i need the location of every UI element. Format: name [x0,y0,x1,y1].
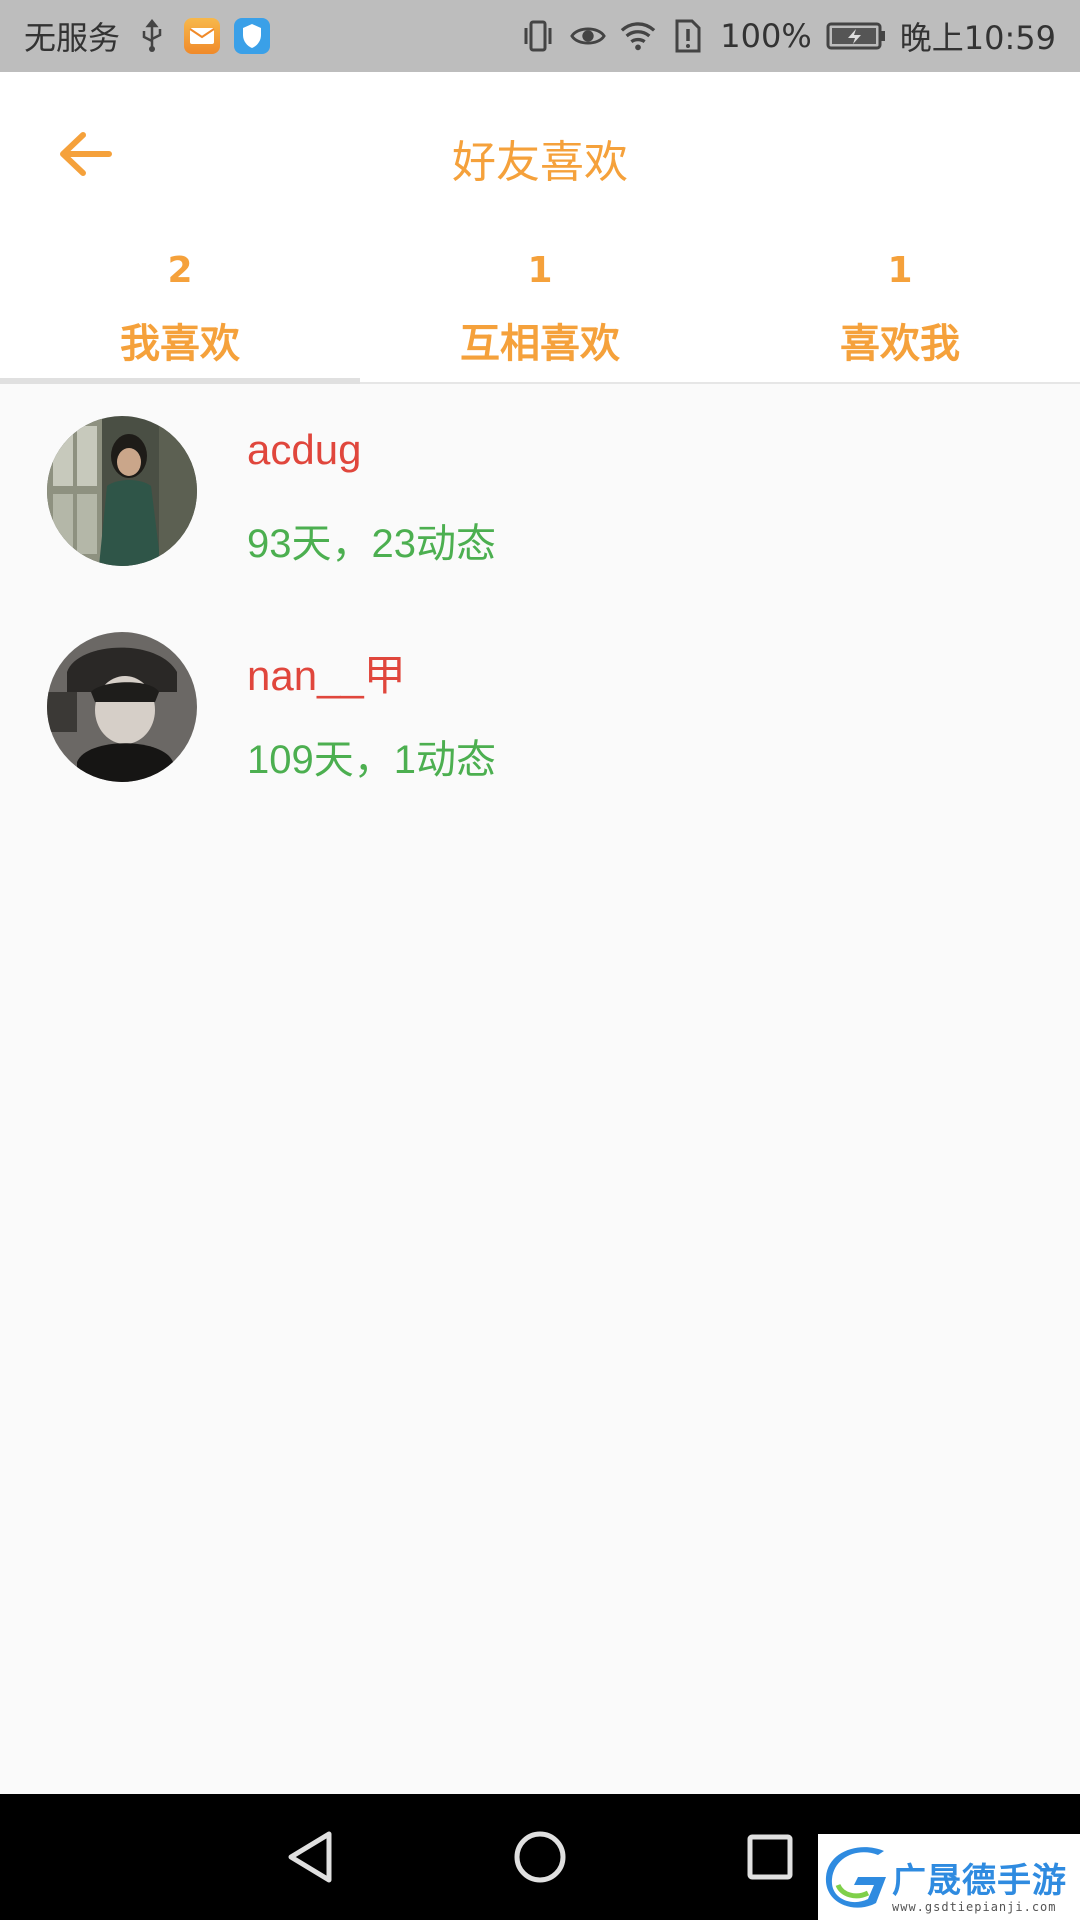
sim-alert-icon [670,18,706,54]
user-stats: 93天，23动态 [247,522,496,566]
watermark-text: 广晟德手游 [892,1860,1067,1901]
mail-app-icon [184,18,221,54]
eye-icon [570,18,607,54]
app-header: 好友喜欢 [0,72,1080,240]
list-item[interactable]: acdug 93天，23动态 [0,386,1080,602]
avatar[interactable] [47,416,197,566]
status-left: 无服务 [24,13,271,59]
battery-charging-icon [826,18,886,54]
back-triangle-icon [288,1831,332,1883]
nav-home-button[interactable] [510,1827,570,1887]
tab-count: 2 [167,250,193,291]
user-stats: 109天，1动态 [247,738,496,782]
tab-count: 1 [527,250,553,291]
carrier-text: 无服务 [24,19,121,57]
clock: 晚上10:59 [899,19,1056,57]
tab-label: 喜欢我 [840,321,960,367]
vibrate-icon [520,18,556,54]
home-circle-icon [514,1831,566,1883]
friend-list: acdug 93天，23动态 nan__甲 109天，1动态 [0,386,1080,818]
tab-bar: 2 我喜欢 1 互相喜欢 1 喜欢我 [0,240,1080,384]
shield-app-icon [234,18,271,54]
status-right: 100% 晚上10:59 [520,13,1056,59]
usb-icon [134,18,170,54]
tab-count: 1 [887,250,913,291]
nav-recents-button[interactable] [740,1827,800,1887]
tab-mutual-like[interactable]: 1 互相喜欢 [360,240,720,382]
nav-back-button[interactable] [280,1827,340,1887]
tab-label: 互相喜欢 [460,321,620,367]
tab-label: 我喜欢 [120,321,240,367]
recents-square-icon [747,1834,793,1880]
watermark-logo [825,1847,886,1908]
wifi-icon [620,18,656,54]
status-bar: 无服务 100% 晚上10:59 [0,0,1080,72]
watermark-url: www.gsdtiepianji.com [892,1900,1057,1914]
user-name: acdug [247,426,362,473]
watermark: 广晟德手游 www.gsdtiepianji.com [818,1834,1080,1920]
list-item[interactable]: nan__甲 109天，1动态 [0,602,1080,818]
avatar[interactable] [47,632,197,782]
tab-likes-me[interactable]: 1 喜欢我 [720,240,1080,382]
page-title: 好友喜欢 [452,137,628,188]
tab-i-like[interactable]: 2 我喜欢 [0,240,360,384]
battery-percent: 100% [720,17,812,55]
user-name: nan__甲 [247,652,406,699]
